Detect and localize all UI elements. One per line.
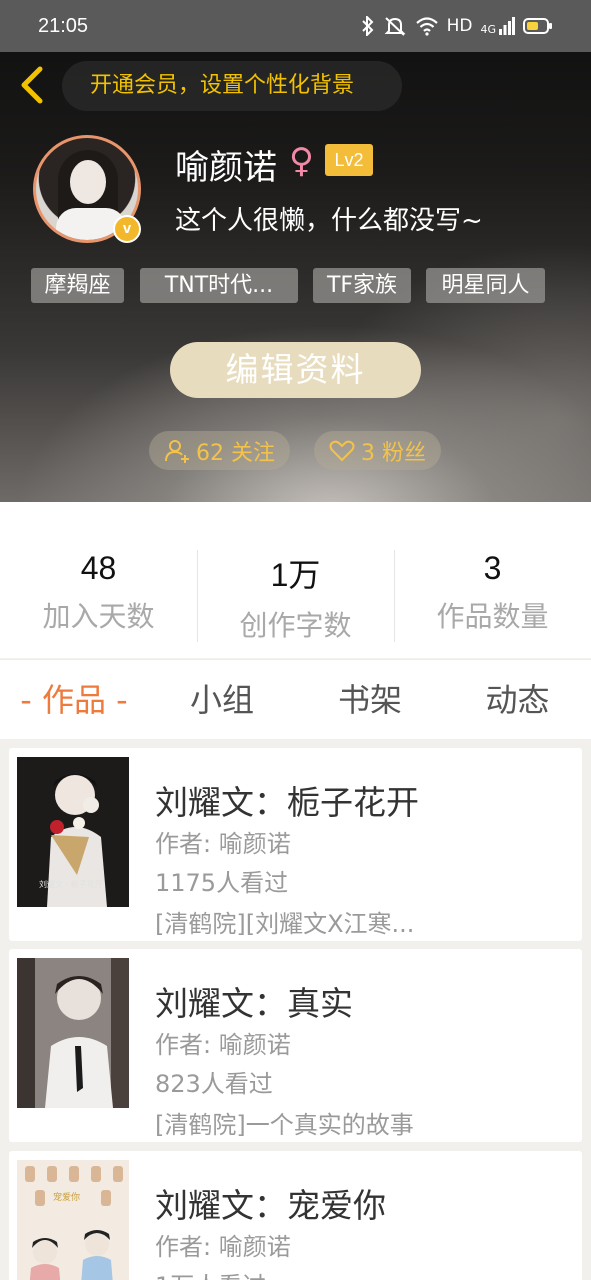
wifi-icon bbox=[415, 16, 439, 36]
work-cover-image bbox=[17, 958, 129, 1108]
verified-badge: v bbox=[113, 215, 141, 243]
following-count: 62 关注 bbox=[196, 440, 275, 466]
tab-works[interactable]: - 作品 - bbox=[0, 660, 148, 740]
tab-bookshelf[interactable]: 书架 bbox=[296, 660, 444, 740]
work-cover-image: 宠爱你 bbox=[17, 1160, 129, 1280]
back-button[interactable] bbox=[14, 64, 50, 106]
mute-icon bbox=[383, 16, 407, 36]
signal-icon: 4G bbox=[480, 17, 515, 35]
stats-panel: 48 加入天数 1万 创作字数 3 作品数量 bbox=[0, 502, 591, 658]
tag-item[interactable]: 摩羯座 bbox=[31, 268, 124, 303]
tag-item[interactable]: TF家族 bbox=[313, 268, 411, 303]
work-views: 1万人看过 bbox=[155, 1266, 266, 1280]
battery-icon bbox=[523, 17, 553, 35]
stat-works-count: 3 作品数量 bbox=[436, 550, 549, 633]
tag-item[interactable]: 明星同人 bbox=[426, 268, 545, 303]
tab-activity[interactable]: 动态 bbox=[444, 660, 591, 740]
work-description: [清鹤院]一个真实的故事 bbox=[155, 1111, 414, 1139]
level-badge: Lv2 bbox=[325, 144, 373, 176]
work-card[interactable]: 刘耀文：真实 作者: 喻颜诺 823人看过 [清鹤院]一个真实的故事 bbox=[9, 949, 582, 1142]
username: 喻颜诺 bbox=[175, 148, 277, 188]
work-cover-image: 刘耀文 · 栀子花开 bbox=[17, 757, 129, 907]
works-list: 刘耀文 · 栀子花开 刘耀文：栀子花开 作者: 喻颜诺 1175人看过 [清鹤院… bbox=[0, 739, 591, 1280]
stat-join-days: 48 加入天数 bbox=[42, 550, 155, 633]
vip-banner[interactable]: 开通会员，设置个性化背景 bbox=[62, 61, 402, 111]
work-views: 823人看过 bbox=[155, 1070, 273, 1098]
svg-text:宠爱你: 宠爱你 bbox=[53, 1191, 80, 1203]
bluetooth-icon bbox=[361, 16, 375, 36]
profile-header: 21:05 HD 4G 开通会员，设置个性化背景 v 喻颜诺 ♀ Lv2 这个人… bbox=[0, 0, 591, 502]
tab-groups[interactable]: 小组 bbox=[148, 660, 296, 740]
work-title: 刘耀文：宠爱你 bbox=[155, 1186, 386, 1225]
tag-item[interactable]: TNT时代... bbox=[140, 268, 298, 303]
following-button[interactable]: 62 关注 bbox=[149, 431, 290, 470]
work-description: [清鹤院][刘耀文X江寒... bbox=[155, 910, 415, 938]
work-views: 1175人看过 bbox=[155, 869, 289, 897]
svg-text:刘耀文 · 栀子花开: 刘耀文 · 栀子花开 bbox=[39, 879, 103, 889]
tab-bar: - 作品 - 小组 书架 动态 bbox=[0, 659, 591, 739]
work-author: 作者: 喻颜诺 bbox=[155, 1031, 291, 1059]
work-card[interactable]: 刘耀文 · 栀子花开 刘耀文：栀子花开 作者: 喻颜诺 1175人看过 [清鹤院… bbox=[9, 748, 582, 941]
edit-profile-button[interactable]: 编辑资料 bbox=[170, 342, 421, 398]
back-arrow-icon bbox=[21, 66, 43, 104]
status-icons: HD 4G bbox=[361, 16, 553, 36]
status-time: 21:05 bbox=[38, 14, 89, 37]
network-type: HD bbox=[446, 16, 473, 36]
work-author: 作者: 喻颜诺 bbox=[155, 830, 291, 858]
female-icon: ♀ bbox=[289, 141, 314, 181]
followers-button[interactable]: 3 粉丝 bbox=[314, 431, 441, 470]
heart-icon bbox=[329, 440, 355, 461]
work-title: 刘耀文：真实 bbox=[155, 984, 353, 1023]
work-card[interactable]: 宠爱你 刘耀文：宠爱你 作者: 喻颜诺 1万人看过 bbox=[9, 1151, 582, 1280]
work-author: 作者: 喻颜诺 bbox=[155, 1233, 291, 1261]
stat-word-count: 1万 创作字数 bbox=[239, 557, 352, 642]
status-bar: 21:05 HD 4G bbox=[0, 0, 591, 52]
work-title: 刘耀文：栀子花开 bbox=[155, 783, 419, 822]
bio-text: 这个人很懒，什么都没写~ bbox=[175, 206, 483, 236]
followers-count: 3 粉丝 bbox=[361, 440, 426, 466]
add-user-icon bbox=[165, 439, 189, 463]
